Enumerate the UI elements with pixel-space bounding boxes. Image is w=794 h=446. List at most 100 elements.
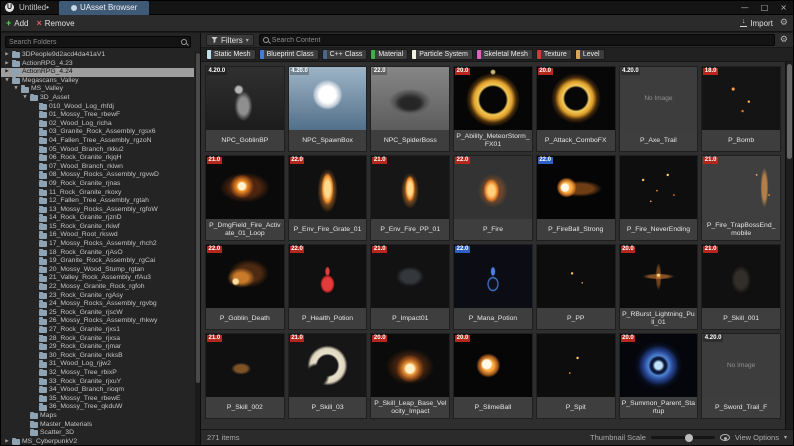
view-settings-gear-icon[interactable]: ⚙	[780, 35, 788, 45]
asset-item[interactable]: P_PP	[535, 244, 616, 330]
asset-item[interactable]: 22.0 P_FireBall_Strong	[535, 155, 616, 241]
folder-tree-item[interactable]: 31_Wood_Log_rjjw2	[1, 360, 194, 369]
folder-tree-item[interactable]: 24_Mossy_Rocks_Assembly_rgvbg	[1, 300, 194, 309]
folder-tree-item[interactable]: 35_Mossy_Tree_rbewE	[1, 394, 194, 404]
folder-tree-item[interactable]: 03_Granite_Rock_Assembly_rgsx6	[1, 128, 194, 137]
asset-item[interactable]: 22.0 P_Mana_Potion	[453, 244, 533, 330]
sidebar-scrollbar-thumb[interactable]	[195, 53, 200, 383]
filters-button[interactable]: Filters ▾	[206, 34, 254, 46]
filter-chip[interactable]: Material	[370, 49, 409, 60]
filter-chip[interactable]: Static Mesh	[206, 49, 256, 60]
asset-item[interactable]: 22.0 P_Health_Potion	[287, 244, 368, 330]
folder-tree-item[interactable]: 34_Wood_Branch_rioqm	[1, 386, 194, 395]
content-search-input[interactable]	[271, 36, 771, 44]
folder-tree-item[interactable]: Master_Materials	[1, 420, 194, 430]
expander-arrow-icon[interactable]: ▶	[4, 68, 10, 77]
asset-item[interactable]: 21.0 P_DmgField_Fire_Activate_01_Loop	[205, 155, 285, 241]
folder-tree-item[interactable]: 12_Fallen_Tree_Assembly_rgtah	[1, 197, 194, 206]
asset-item[interactable]: 20.0 P_SlimeBall	[453, 333, 533, 419]
maximize-button[interactable]: □	[755, 3, 775, 12]
folder-tree-item[interactable]: ▶ ActionRPG_4.23	[1, 59, 194, 69]
folder-tree-item[interactable]: 02_Wood_Log_richa	[1, 119, 194, 129]
folder-tree-item[interactable]: ▶ 3DPeople9d2acd4da41aV1	[1, 51, 194, 60]
folder-tree-item[interactable]: 01_Mossy_Tree_rbewF	[1, 111, 194, 120]
add-button[interactable]: + Add	[6, 18, 29, 28]
expander-arrow-icon[interactable]: ▶	[4, 60, 10, 69]
folder-tree-item[interactable]: Maps	[1, 411, 194, 421]
folder-tree-item[interactable]: 11_Rock_Granite_rkoxy	[1, 188, 194, 198]
folder-tree-item[interactable]: 18_Rock_Granite_rjAsO	[1, 248, 194, 258]
folder-tree-item[interactable]: 29_Rock_Granite_rjmar	[1, 343, 194, 352]
folders-search-input[interactable]	[9, 38, 178, 46]
folder-tree-item[interactable]: 17_Mossy_Rocks_Assembly_rhch2	[1, 240, 194, 249]
folder-tree-item[interactable]: 23_Rock_Granite_rgAsy	[1, 291, 194, 301]
tab-uasset-browser[interactable]: UAsset Browser	[58, 1, 150, 15]
slider-handle[interactable]	[684, 433, 693, 442]
folder-tree-item[interactable]: 15_Rock_Granite_rkiwf	[1, 222, 194, 232]
thumbnail-scale-slider[interactable]	[650, 433, 715, 442]
content-search-box[interactable]	[258, 34, 775, 46]
filter-chip[interactable]: Skeletal Mesh	[475, 49, 533, 60]
filter-chip[interactable]: Texture	[535, 49, 572, 60]
folder-tree-item[interactable]: 32_Mossy_Tree_rbixP	[1, 368, 194, 378]
remove-button[interactable]: × Remove	[37, 18, 75, 28]
asset-item[interactable]: 20.0 P_Summon_Parent_Startup	[618, 333, 699, 419]
asset-item[interactable]: 22.0 P_Env_Fire_Grate_01	[287, 155, 368, 241]
grid-scrollbar[interactable]	[785, 62, 793, 429]
minimize-button[interactable]: —	[735, 3, 755, 12]
asset-item[interactable]: 21.0 P_Impact01	[370, 244, 451, 330]
folder-tree-item[interactable]: 06_Rock_Granite_rkjqH	[1, 154, 194, 163]
folder-tree-item[interactable]: 28_Rock_Granite_rjxsa	[1, 334, 194, 344]
view-options-button[interactable]: View Options	[735, 433, 779, 442]
folder-tree-item[interactable]: 20_Mossy_Wood_Stump_rgtan	[1, 265, 194, 275]
folder-tree-item[interactable]: 05_Wood_Branch_rkku2	[1, 145, 194, 155]
expander-arrow-icon[interactable]: ▼	[22, 94, 28, 103]
expander-arrow-icon[interactable]: ▼	[13, 85, 19, 94]
filter-chip[interactable]: C++ Class	[321, 49, 368, 60]
folder-tree-item[interactable]: 14_Rock_Granite_rjznD	[1, 214, 194, 223]
folder-tree-item[interactable]: 21_Valley_Rock_Assembly_rfAu3	[1, 274, 194, 283]
folder-tree-item[interactable]: Scatter_3D	[1, 429, 194, 438]
folder-tree-item[interactable]: 27_Rock_Granite_rjxs1	[1, 326, 194, 335]
asset-item[interactable]: 4.20.0 NPC_SpawnBox	[287, 66, 368, 152]
folder-tree-item[interactable]: 33_Rock_Granite_rjxuY	[1, 377, 194, 387]
asset-item[interactable]: 21.0 P_Fire_TrapBossEnd_mobile	[701, 155, 781, 241]
folders-search-box[interactable]	[5, 36, 191, 48]
folder-tree-item[interactable]: 09_Rock_Granite_rjnas	[1, 179, 194, 189]
folder-tree-item[interactable]: 04_Fallen_Tree_Assembly_rgzoN	[1, 136, 194, 146]
folder-tree-item[interactable]: 36_Mossy_Tree_qkduW	[1, 403, 194, 412]
expander-arrow-icon[interactable]: ▶	[4, 51, 10, 60]
asset-item[interactable]: 4.20.0 No Image P_Sword_Trail_F	[701, 333, 781, 419]
filter-chip[interactable]: Level	[574, 49, 605, 60]
folder-tree-item[interactable]: 25_Rock_Granite_rjscW	[1, 308, 194, 318]
folder-tree-item[interactable]: 22_Mossy_Granite_Rock_rgfoh	[1, 283, 194, 292]
asset-item[interactable]: 20.0 P_RBurst_Lightning_Pull_01	[618, 244, 699, 330]
asset-item[interactable]: 21.0 P_Env_Fire_PP_01	[370, 155, 451, 241]
folder-tree-item[interactable]: 08_Mossy_Rocks_Assembly_rgvwD	[1, 171, 194, 180]
asset-item[interactable]: 20.0 P_Ability_MeteorStorm_FX01	[453, 66, 533, 152]
asset-item[interactable]: 4.20.0 NPC_GoblinBP	[205, 66, 285, 152]
folder-tree-item[interactable]: ▼ Megascans_Valley	[1, 76, 194, 86]
folder-tree-item[interactable]: 26_Mossy_Rocks_Assembly_rhkwy	[1, 317, 194, 326]
asset-item[interactable]: 20.0 P_Attack_ComboFX	[535, 66, 616, 152]
asset-item[interactable]: 21.0 P_Skill_001	[701, 244, 781, 330]
import-button[interactable]: ↓ Import	[740, 18, 773, 28]
settings-gear-icon[interactable]: ⚙	[780, 18, 788, 28]
folder-tree-item[interactable]: ▶ MS_CyberpunkV2	[1, 437, 194, 445]
asset-item[interactable]: 21.0 P_Skill_002	[205, 333, 285, 419]
asset-item[interactable]: 22.0 P_Goblin_Death	[205, 244, 285, 330]
folder-tree-item[interactable]: ▼ 3D_Asset	[1, 93, 194, 103]
asset-item[interactable]: 20.0 P_Skill_Leap_Base_Velocity_Impact	[370, 333, 451, 419]
expander-arrow-icon[interactable]: ▼	[4, 77, 10, 86]
folder-tree-item[interactable]: 010_Wood_Log_rhfdj	[1, 102, 194, 112]
asset-item[interactable]: 21.0 P_Skill_03	[287, 333, 368, 419]
folder-tree-item[interactable]: 19_Granite_Rock_Assembly_rgCai	[1, 257, 194, 266]
asset-item[interactable]: 18.0 P_Bomb	[701, 66, 781, 152]
asset-item[interactable]: 22.0 P_Fire	[453, 155, 533, 241]
grid-scrollbar-thumb[interactable]	[787, 64, 792, 159]
filter-chip[interactable]: Particle System	[411, 49, 473, 60]
folder-tree-item[interactable]: ▼ MS_Valley	[1, 85, 194, 94]
asset-item[interactable]: 4.20.0 No Image P_Axe_Trail	[618, 66, 699, 152]
sidebar-scrollbar[interactable]	[195, 52, 200, 445]
folder-tree-item[interactable]: 16_Wood_Root_rkswd	[1, 231, 194, 240]
